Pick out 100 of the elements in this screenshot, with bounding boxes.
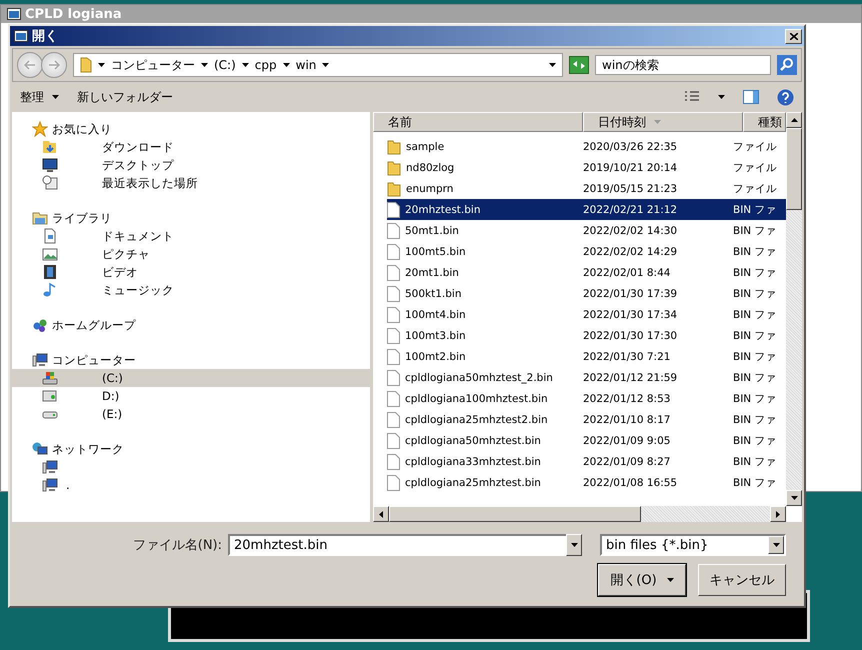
file-icon	[387, 454, 400, 470]
window-title: CPLD logiana	[25, 6, 122, 22]
navigation-item[interactable]: ミュージック	[12, 281, 370, 299]
recent-places-icon	[42, 175, 58, 191]
file-icon	[387, 306, 400, 322]
window-icon	[14, 30, 28, 42]
file-row[interactable]: 20mhztest.bin 2022/02/21 21:12 BIN ファ	[387, 199, 786, 220]
file-name-label: ファイル名(N):	[132, 537, 222, 554]
cancel-button[interactable]: キャンセル	[698, 564, 786, 596]
caret-icon	[322, 63, 330, 67]
folder-icon	[387, 180, 401, 196]
file-row[interactable]: 100mt2.bin 2022/01/30 7:21 BIN ファ	[387, 346, 786, 367]
file-row[interactable]: 100mt3.bin 2022/01/30 17:30 BIN ファ	[387, 325, 786, 346]
horizontal-scrollbar[interactable]	[373, 506, 786, 522]
file-row[interactable]: cpldlogiana25mhztest2.bin 2022/01/10 8:17 BIN ファ	[387, 409, 786, 430]
toolbar-button[interactable]: 整理	[20, 88, 59, 106]
picture-icon	[42, 246, 58, 262]
preview-pane-icon[interactable]	[743, 90, 759, 104]
refresh-icon[interactable]	[569, 56, 589, 74]
navigation-item[interactable]: ネットワーク	[12, 440, 370, 458]
column-header[interactable]: 名前	[373, 112, 583, 132]
forward-button[interactable]	[41, 52, 67, 78]
caret-icon	[52, 95, 59, 99]
scroll-down-button[interactable]	[786, 490, 802, 506]
file-row[interactable]: enumprn 2019/05/15 21:23 ファイル	[387, 178, 786, 199]
vertical-scrollbar[interactable]	[786, 112, 802, 506]
file-row[interactable]: 100mt5.bin 2022/02/02 14:29 BIN ファ	[387, 241, 786, 262]
navigation-item[interactable]: デスクトップ	[12, 156, 370, 174]
dropdown-icon	[570, 543, 578, 547]
navigation-item[interactable]: ダウンロード	[12, 138, 370, 156]
file-icon	[387, 222, 400, 238]
right-arrow-icon	[776, 510, 780, 518]
homegroup-icon	[32, 317, 48, 333]
scroll-up-button[interactable]	[786, 112, 802, 128]
file-row[interactable]: 50mt1.bin 2022/02/02 14:30 BIN ファ	[387, 220, 786, 241]
back-arrow-icon	[24, 60, 36, 70]
file-icon	[387, 286, 400, 302]
help-icon[interactable]	[777, 88, 794, 106]
network-icon	[32, 441, 48, 457]
navigation-item[interactable]: (C:)	[12, 369, 370, 387]
file-icon	[387, 432, 400, 448]
system-drive-icon	[42, 370, 58, 386]
navigation-item[interactable]: ピクチャ	[12, 245, 370, 263]
folder-icon	[80, 57, 92, 73]
file-row[interactable]: cpldlogiana25mhztest.bin 2022/01/08 16:55 BIN ファ	[387, 472, 786, 493]
file-row[interactable]: cpldlogiana50mhztest.bin 2022/01/09 9:05 BIN ファ	[387, 430, 786, 451]
navigation-item[interactable]: .	[12, 476, 370, 494]
open-button[interactable]: 開く(O)	[598, 564, 686, 596]
scroll-right-button[interactable]	[770, 506, 786, 522]
navigation-item[interactable]: ホームグループ	[12, 316, 370, 334]
navigation-item[interactable]: コンピューター	[12, 351, 370, 369]
navigation-item[interactable]: ドキュメント	[12, 227, 370, 245]
file-icon	[387, 244, 400, 260]
file-row[interactable]: cpldlogiana50mhztest_2.bin 2022/01/12 21:59 BIN ファ	[387, 367, 786, 388]
file-row[interactable]: sample 2020/03/26 22:35 ファイル	[387, 136, 786, 157]
file-row[interactable]: 500kt1.bin 2022/01/30 17:39 BIN ファ	[387, 283, 786, 304]
close-button[interactable]	[785, 28, 802, 44]
file-row[interactable]: 20mt1.bin 2022/02/01 8:44 BIN ファ	[387, 262, 786, 283]
breadcrumb-item[interactable]: win	[296, 58, 316, 72]
dialog-title: 開く	[32, 28, 59, 45]
view-list-icon[interactable]	[684, 91, 700, 103]
file-icon	[387, 474, 400, 490]
toolbar-button[interactable]: 新しいフォルダー	[77, 88, 173, 106]
file-row[interactable]: 100mt4.bin 2022/01/30 17:34 BIN ファ	[387, 304, 786, 325]
scroll-left-button[interactable]	[373, 506, 389, 522]
address-bar[interactable]: コンピューター (C:) cpp win	[73, 53, 563, 77]
column-header[interactable]: 日付時刻	[583, 112, 743, 132]
navigation-item[interactable]: お気に入り	[12, 120, 370, 138]
folder-icon	[387, 160, 401, 176]
search-field[interactable]: winの検索	[595, 55, 771, 75]
caret-icon	[98, 63, 105, 67]
down-arrow-icon	[790, 496, 798, 500]
navigation-item[interactable]: (E:)	[12, 405, 370, 423]
view-menu-icon	[718, 95, 725, 99]
scroll-thumb[interactable]	[786, 128, 802, 210]
back-button[interactable]	[17, 52, 43, 78]
computer-icon	[42, 477, 58, 493]
breadcrumb-item[interactable]: cpp	[254, 58, 277, 72]
search-icon[interactable]	[777, 55, 797, 75]
scroll-thumb[interactable]	[389, 506, 641, 522]
file-row[interactable]: nd80zlog 2019/10/21 20:14 ファイル	[387, 157, 786, 178]
dropdown-button[interactable]	[768, 536, 784, 554]
breadcrumb-item[interactable]: (C:)	[214, 58, 236, 72]
window-icon	[7, 8, 21, 20]
file-icon	[387, 390, 400, 406]
file-type-dropdown[interactable]: bin files {*.bin}	[600, 534, 786, 556]
forward-arrow-icon	[48, 60, 60, 70]
file-row[interactable]: cpldlogiana33mhztest.bin 2022/01/09 8:27 BIN ファ	[387, 451, 786, 472]
dropdown-button[interactable]	[566, 534, 582, 556]
file-name-field[interactable]: 20mhztest.bin	[228, 534, 566, 556]
column-header[interactable]: 種類	[743, 112, 786, 132]
file-row[interactable]: cpldlogiana100mhztest.bin 2022/01/12 8:53 BIN ファ	[387, 388, 786, 409]
navigation-item[interactable]: ライブラリ	[12, 209, 370, 227]
navigation-item[interactable]: ビデオ	[12, 263, 370, 281]
sort-caret-icon	[654, 120, 661, 124]
navigation-item[interactable]: 最近表示した場所	[12, 174, 370, 192]
breadcrumb-item[interactable]: コンピューター	[111, 56, 195, 74]
navigation-item[interactable]: D:)	[12, 387, 370, 405]
music-note-icon	[42, 282, 58, 298]
close-icon	[790, 32, 798, 40]
